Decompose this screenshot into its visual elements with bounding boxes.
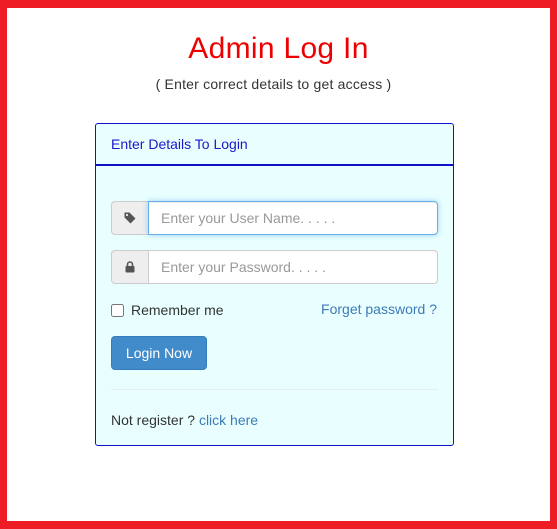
tag-icon [111,201,148,235]
lock-icon [111,250,148,284]
username-input-group [111,201,438,235]
register-prefix: Not register ? [111,412,196,428]
remember-me-checkbox[interactable] [111,303,124,317]
password-input-group [111,250,438,284]
divider [111,389,438,390]
login-button[interactable]: Login Now [111,336,207,370]
login-panel: Enter Details To Login Remember me Forge… [95,123,454,446]
register-prompt: Not register ? click here [111,412,258,428]
password-input[interactable] [148,250,438,284]
remember-me-label: Remember me [131,302,224,318]
panel-heading: Enter Details To Login [96,124,453,166]
username-input[interactable] [148,201,438,235]
page-title: Admin Log In [188,32,369,65]
remember-me[interactable]: Remember me [111,302,224,318]
forgot-password-link[interactable]: Forget password ? [321,301,437,317]
page-subtitle: ( Enter correct details to get access ) [155,76,392,92]
register-link[interactable]: click here [199,412,258,428]
